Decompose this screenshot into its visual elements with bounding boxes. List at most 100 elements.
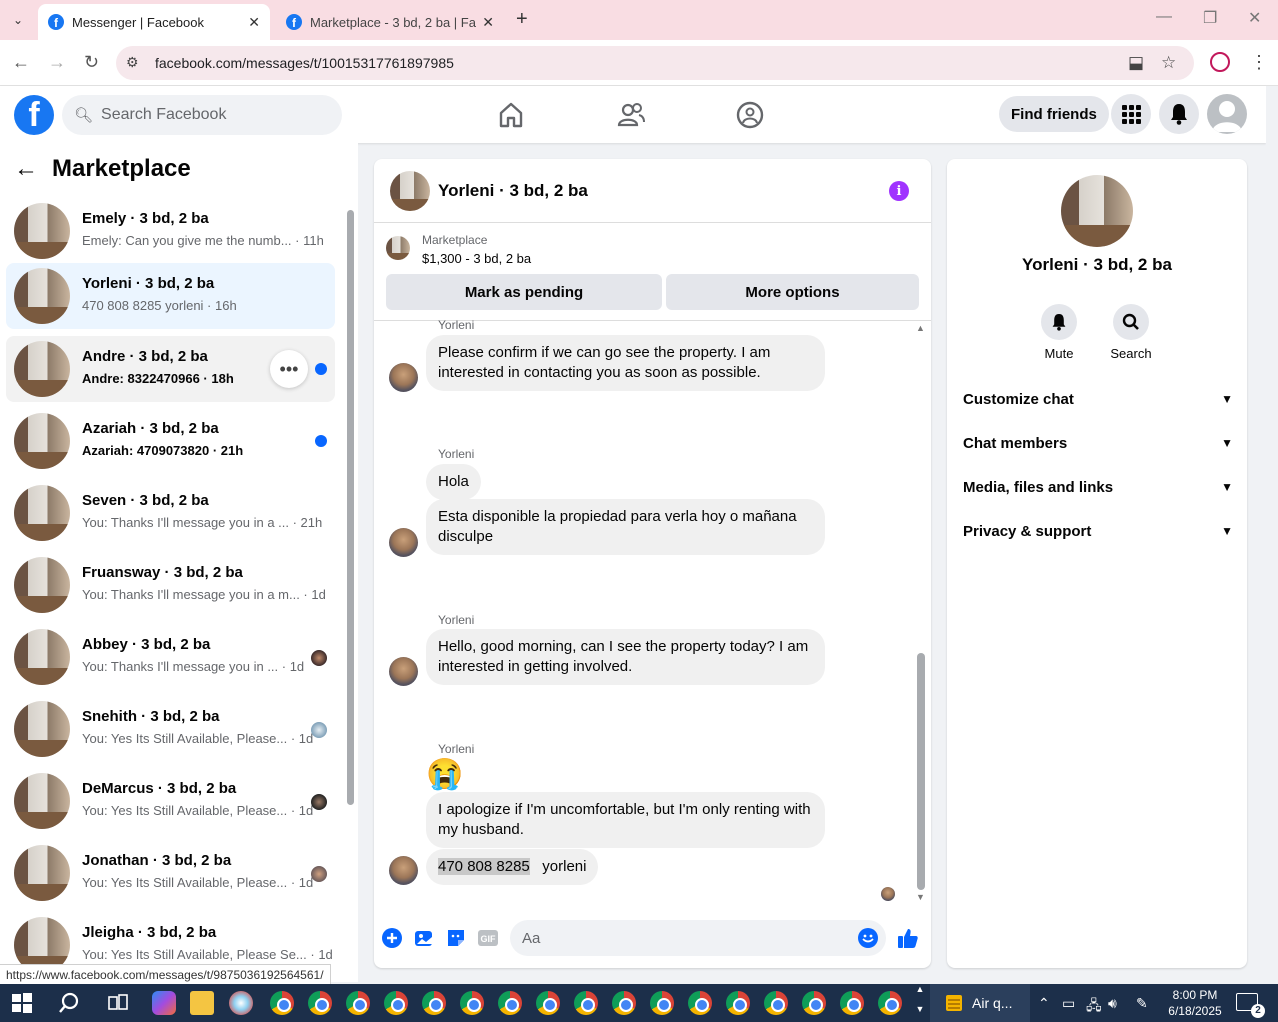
chrome-icon[interactable] <box>536 991 560 1015</box>
search-action[interactable]: Search <box>1091 304 1171 361</box>
facebook-search[interactable]: 🔍︎ <box>62 95 342 135</box>
site-info-icon[interactable]: ⚙ <box>126 54 139 71</box>
gif-icon[interactable]: GIF <box>477 927 499 949</box>
chrome-icon[interactable] <box>498 991 522 1015</box>
install-app-icon[interactable]: ⬓ <box>1128 53 1144 73</box>
chrome-icon[interactable] <box>688 991 712 1015</box>
task-view-icon[interactable] <box>106 991 130 1015</box>
chrome-icon[interactable] <box>802 991 826 1015</box>
chrome-icon[interactable] <box>308 991 332 1015</box>
facebook-logo-icon[interactable]: f <box>14 95 54 135</box>
chat-title[interactable]: Yorleni · 3 bd, 2 ba <box>438 181 588 201</box>
search-icon[interactable] <box>58 991 82 1015</box>
scroll-up-arrow-icon[interactable]: ▲ <box>916 323 925 333</box>
contact-avatar[interactable] <box>1061 175 1133 247</box>
search-icon[interactable] <box>1113 304 1149 340</box>
taskbar-overflow-arrows-icon[interactable]: ▲ ▼ <box>913 984 927 1022</box>
chrome-icon[interactable] <box>384 991 408 1015</box>
scroll-down-arrow-icon[interactable]: ▼ <box>916 892 925 902</box>
maximize-icon[interactable]: ❐ <box>1203 8 1217 28</box>
notifications-bell-icon[interactable] <box>1159 94 1199 134</box>
emoji-picker-icon[interactable] <box>858 928 878 948</box>
conversation-item[interactable]: Emely · 3 bd, 2 ba Emely: Can you give m… <box>6 198 335 264</box>
chrome-icon[interactable] <box>726 991 750 1015</box>
chrome-icon[interactable] <box>878 991 902 1015</box>
chrome-icon[interactable] <box>612 991 636 1015</box>
volume-icon[interactable]: 🔊︎ <box>1108 995 1117 1012</box>
sticker-icon[interactable] <box>445 927 467 949</box>
conversation-item[interactable]: DeMarcus · 3 bd, 2 ba You: Yes Its Still… <box>6 768 335 834</box>
mute-bell-icon[interactable] <box>1041 304 1077 340</box>
conversation-item[interactable]: Snehith · 3 bd, 2 ba You: Yes Its Still … <box>6 696 335 762</box>
weather-widget[interactable]: Air q... <box>930 984 1030 1022</box>
chat-avatar[interactable] <box>390 171 430 211</box>
browser-profile-icon[interactable] <box>1210 52 1230 72</box>
chrome-icon[interactable] <box>460 991 484 1015</box>
notification-center-icon[interactable]: 2 <box>1236 993 1265 1018</box>
file-explorer-icon[interactable] <box>190 991 214 1015</box>
conversation-item[interactable]: Andre · 3 bd, 2 ba Andre: 8322470966 · 1… <box>6 336 335 402</box>
windows-start-icon[interactable] <box>10 991 34 1015</box>
conversation-item[interactable]: Azariah · 3 bd, 2 ba Azariah: 4709073820… <box>6 408 335 474</box>
browser-menu-icon[interactable]: ⋮ <box>1250 52 1268 73</box>
back-arrow-icon[interactable]: ← <box>14 155 38 183</box>
privacy-support-section[interactable]: Privacy & support ▼ <box>963 511 1233 551</box>
meet-now-icon[interactable]: ▭ <box>1062 995 1075 1012</box>
friends-icon[interactable] <box>616 100 646 130</box>
scrollbar-thumb[interactable] <box>347 210 354 805</box>
conversation-item[interactable]: Abbey · 3 bd, 2 ba You: Thanks I'll mess… <box>6 624 335 690</box>
more-options-icon[interactable]: ••• <box>270 350 308 388</box>
chrome-icon[interactable] <box>764 991 788 1015</box>
add-plus-icon[interactable] <box>381 927 403 949</box>
conversation-item[interactable]: Jonathan · 3 bd, 2 ba You: Yes Its Still… <box>6 840 335 906</box>
home-icon[interactable] <box>496 100 526 130</box>
media-files-links-section[interactable]: Media, files and links ▼ <box>963 467 1233 507</box>
conversation-item[interactable]: Fruansway · 3 bd, 2 ba You: Thanks I'll … <box>6 552 335 618</box>
mute-action[interactable]: Mute <box>1019 304 1099 361</box>
system-clock[interactable]: 8:00 PM 6/18/2025 <box>1160 987 1230 1019</box>
groups-icon[interactable] <box>735 100 765 130</box>
find-friends-button[interactable]: Find friends <box>999 96 1109 132</box>
thumbs-up-icon[interactable] <box>897 927 919 949</box>
menu-grid-icon[interactable] <box>1111 94 1151 134</box>
close-window-icon[interactable]: ✕ <box>1248 8 1261 28</box>
conversation-item[interactable]: Yorleni · 3 bd, 2 ba 470 808 8285 yorlen… <box>6 263 335 329</box>
chrome-icon[interactable] <box>650 991 674 1015</box>
chat-scrollbar-thumb[interactable] <box>917 653 925 890</box>
tab-marketplace[interactable]: f Marketplace - 3 bd, 2 ba | Facebook ✕ <box>276 4 504 40</box>
message-input[interactable] <box>522 929 842 947</box>
back-icon[interactable]: ← <box>12 52 30 73</box>
phone-number-highlight[interactable]: 470 808 8285 <box>438 858 530 875</box>
copilot-icon[interactable] <box>152 991 176 1015</box>
pen-icon[interactable]: ✎ <box>1136 995 1148 1012</box>
new-tab-icon[interactable]: + <box>516 8 528 31</box>
search-input[interactable] <box>101 106 332 124</box>
chrome-icon[interactable] <box>270 991 294 1015</box>
chrome-icon[interactable] <box>840 991 864 1015</box>
chrome-icon[interactable] <box>346 991 370 1015</box>
tab-messenger[interactable]: f Messenger | Facebook ✕ <box>38 4 270 40</box>
reload-icon[interactable]: ↻ <box>84 52 99 73</box>
close-tab-icon[interactable]: ✕ <box>248 14 260 31</box>
listing-thumbnail[interactable] <box>386 236 410 260</box>
network-icon[interactable]: 🖧︎ <box>1086 995 1102 1019</box>
info-icon[interactable]: i <box>889 181 909 201</box>
address-bar[interactable]: ⚙ facebook.com/messages/t/10015317761897… <box>116 46 1194 80</box>
chrome-icon[interactable] <box>422 991 446 1015</box>
photo-icon[interactable] <box>413 927 435 949</box>
listing-price[interactable]: $1,300 - 3 bd, 2 ba <box>422 251 531 266</box>
chat-members-section[interactable]: Chat members ▼ <box>963 423 1233 463</box>
forward-icon[interactable]: → <box>48 52 66 73</box>
paint-app-icon[interactable] <box>229 991 253 1015</box>
bookmark-star-icon[interactable]: ☆ <box>1161 53 1176 73</box>
page-scrollbar[interactable] <box>1266 86 1278 982</box>
minimize-icon[interactable]: — <box>1156 8 1172 26</box>
customize-chat-section[interactable]: Customize chat ▼ <box>963 379 1233 419</box>
more-options-button[interactable]: More options <box>666 274 919 310</box>
message-input-container[interactable] <box>510 920 886 956</box>
chrome-icon[interactable] <box>574 991 598 1015</box>
show-hidden-icons-chevron-icon[interactable]: ⌃ <box>1038 995 1050 1012</box>
account-avatar[interactable] <box>1207 94 1247 134</box>
tab-search-icon[interactable]: ⌄ <box>6 8 30 32</box>
conversation-item[interactable]: Seven · 3 bd, 2 ba You: Thanks I'll mess… <box>6 480 335 546</box>
